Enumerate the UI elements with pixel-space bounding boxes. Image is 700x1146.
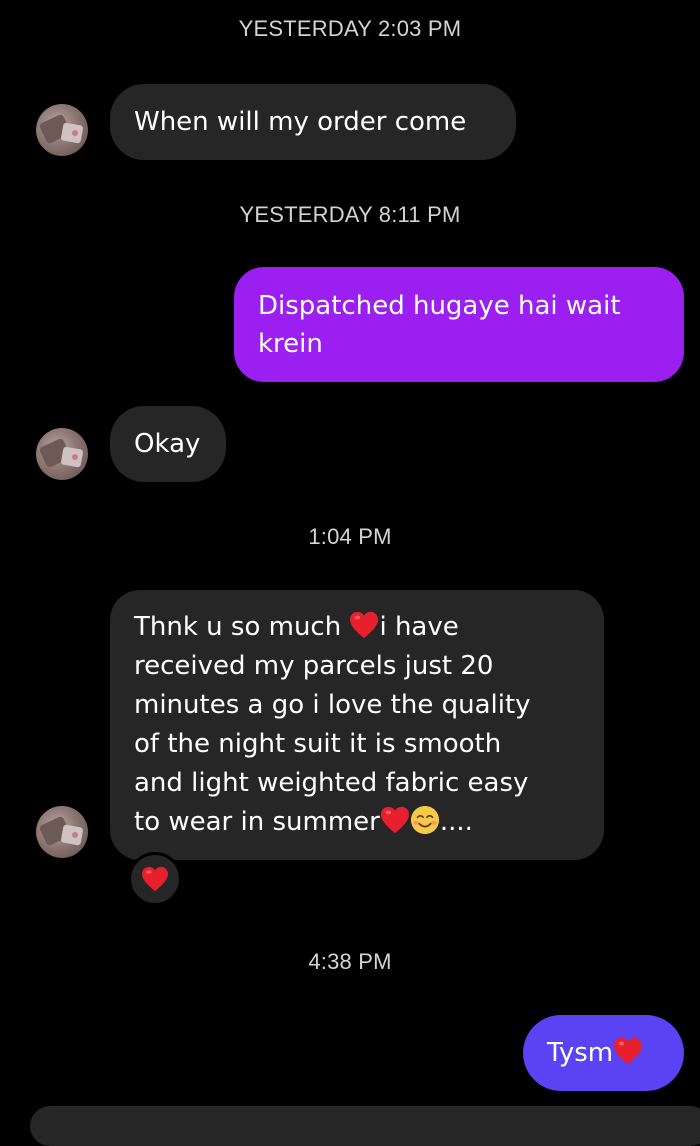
- red-heart-icon: [614, 1037, 643, 1065]
- red-heart-icon: [380, 806, 409, 834]
- message-text-line: to wear in summer....: [134, 805, 473, 837]
- message-composer[interactable]: [30, 1106, 700, 1146]
- red-heart-icon: [142, 866, 168, 892]
- message-text-line: received my parcels just 20: [134, 651, 494, 681]
- contact-avatar[interactable]: [36, 104, 88, 156]
- timestamp-104: 1:04 PM: [308, 524, 392, 549]
- message-text-line: Thnk u so much i have: [134, 611, 459, 642]
- reaction-heart[interactable]: [128, 852, 182, 906]
- message-bubble-received[interactable]: When will my order come: [110, 84, 516, 160]
- contact-avatar[interactable]: [36, 806, 88, 858]
- message-text-line: Dispatched hugaye hai wait: [258, 291, 621, 321]
- message-text: Tysm: [547, 1038, 614, 1068]
- message-bubble-received[interactable]: Thnk u so much i have received my parcel…: [110, 590, 604, 860]
- message-text: Okay: [134, 429, 201, 459]
- message-bubble-received[interactable]: Okay: [110, 406, 226, 482]
- message-text-line: and light weighted fabric easy: [134, 768, 529, 798]
- timestamp-yesterday-203: YESTERDAY 2:03 PM: [238, 16, 462, 41]
- timestamp-yesterday-811: YESTERDAY 8:11 PM: [239, 202, 461, 227]
- smiling-face-icon: [410, 805, 439, 835]
- red-heart-icon: [350, 611, 379, 639]
- message-text-line: krein: [258, 329, 323, 359]
- message-text: When will my order come: [134, 107, 467, 137]
- message-bubble-sent[interactable]: Tysm: [523, 1015, 684, 1091]
- contact-avatar[interactable]: [36, 428, 88, 480]
- message-text-line: minutes a go i love the quality: [134, 690, 531, 720]
- timestamp-438: 4:38 PM: [308, 949, 392, 974]
- message-bubble-sent[interactable]: Dispatched hugaye hai wait krein: [234, 267, 684, 382]
- message-text-line: of the night suit it is smooth: [134, 729, 502, 759]
